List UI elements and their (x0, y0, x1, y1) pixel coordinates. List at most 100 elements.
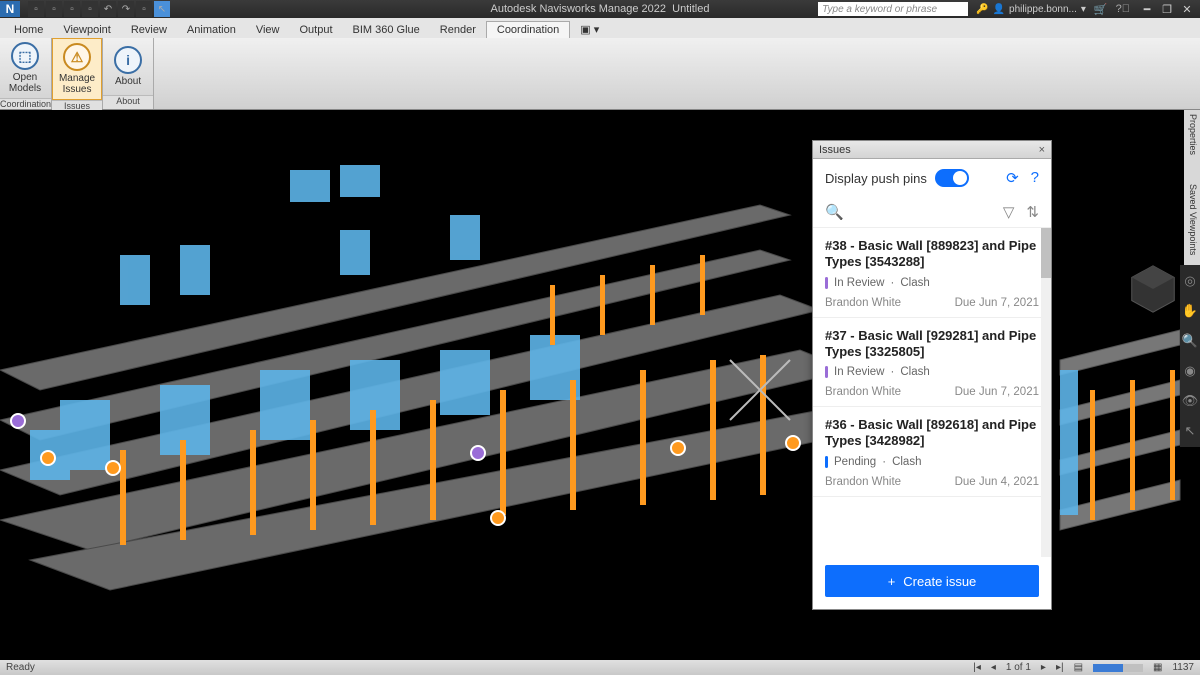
issue-item[interactable]: #36 - Basic Wall [892618] and Pipe Types… (813, 407, 1051, 497)
refresh-icon[interactable]: ⟳ (1006, 169, 1019, 187)
panel-label-about: About (103, 95, 153, 109)
pushpin-icon[interactable] (10, 413, 26, 429)
walk-icon[interactable]: ◉ (1184, 363, 1195, 379)
memory-bar (1093, 664, 1143, 672)
tab-more-icon[interactable]: ▣ ▾ (570, 21, 609, 38)
status-number: 1137 (1172, 662, 1194, 673)
page-indicator: 1 of 1 (1006, 662, 1031, 673)
search-input[interactable]: Type a keyword or phrase (818, 2, 968, 16)
issue-due: Due Jun 4, 2021 (955, 476, 1039, 488)
tab-review[interactable]: Review (121, 22, 177, 38)
qat-undo-icon[interactable]: ↶ (100, 1, 116, 17)
issue-list: #38 - Basic Wall [889823] and Pipe Types… (813, 228, 1051, 557)
issue-due: Due Jun 7, 2021 (955, 386, 1039, 398)
issue-title: #38 - Basic Wall [889823] and Pipe Types… (825, 238, 1039, 271)
orbit-icon[interactable]: ◎ (1184, 273, 1195, 289)
pan-icon[interactable]: ✋ (1182, 303, 1198, 319)
tab-viewpoint[interactable]: Viewpoint (53, 22, 121, 38)
qat-redo-icon[interactable]: ↷ (118, 1, 134, 17)
select-icon[interactable]: ↖ (1185, 423, 1196, 439)
issue-assignee: Brandon White (825, 476, 901, 488)
titlebar: N ▫ ▫ ▫ ▫ ↶ ↷ ▫ ↖ Autodesk Navisworks Ma… (0, 0, 1200, 18)
user-menu[interactable]: 🔑 👤 philippe.bonn...▾ (976, 4, 1086, 15)
issue-assignee: Brandon White (825, 386, 901, 398)
pushpin-icon[interactable] (105, 460, 121, 476)
tab-view[interactable]: View (246, 22, 290, 38)
status-indicator-icon (825, 456, 828, 468)
status-text: Ready (6, 662, 35, 673)
issue-status: In Review (834, 366, 885, 378)
quick-access-toolbar: ▫ ▫ ▫ ▫ ↶ ↷ ▫ ↖ (24, 1, 174, 17)
issue-type: Clash (900, 277, 929, 289)
issue-type: Clash (892, 456, 921, 468)
window-title: Autodesk Navisworks Manage 2022 Untitled (491, 3, 710, 15)
ribbon: ⬚ Open Models Coordination ⚠ Manage Issu… (0, 38, 1200, 110)
pushpin-icon[interactable] (40, 450, 56, 466)
open-models-icon: ⬚ (11, 42, 39, 70)
tab-animation[interactable]: Animation (177, 22, 246, 38)
app-icon: N (0, 1, 20, 17)
help-icon[interactable]: ? (1031, 169, 1039, 187)
close-icon[interactable]: × (1039, 144, 1045, 156)
plus-icon: + (888, 574, 896, 589)
tab-coordination[interactable]: Coordination (486, 21, 570, 38)
close-button[interactable]: ✕ (1178, 2, 1196, 16)
qat-open-icon[interactable]: ▫ (46, 1, 62, 17)
ribbon-panel-about: i About About (103, 38, 154, 109)
info-icon: i (114, 46, 142, 74)
pushpin-icon[interactable] (670, 440, 686, 456)
issues-panel-header[interactable]: Issues × (813, 141, 1051, 159)
panel-label-coordination: Coordination (0, 98, 51, 109)
issue-due: Due Jun 7, 2021 (955, 297, 1039, 309)
minimize-button[interactable]: ━ (1138, 2, 1156, 16)
qat-new-icon[interactable]: ▫ (28, 1, 44, 17)
manage-issues-icon: ⚠ (63, 43, 91, 71)
display-pushpins-label: Display push pins (825, 171, 927, 186)
nav-next-icon[interactable]: ▸ (1041, 662, 1046, 673)
pushpin-icon[interactable] (470, 445, 486, 461)
tab-home[interactable]: Home (4, 22, 53, 38)
tab-render[interactable]: Render (430, 22, 486, 38)
pane-layout-icon[interactable]: ▤ (1074, 662, 1083, 673)
status-indicator-icon (825, 277, 828, 289)
status-bar: Ready |◂ ◂ 1 of 1 ▸ ▸| ▤ ▦ 1137 (0, 660, 1200, 675)
issue-item[interactable]: #37 - Basic Wall [929281] and Pipe Types… (813, 318, 1051, 408)
open-models-button[interactable]: ⬚ Open Models (0, 38, 50, 98)
nav-first-icon[interactable]: |◂ (973, 662, 981, 673)
viewcube[interactable] (1124, 260, 1182, 318)
nav-last-icon[interactable]: ▸| (1056, 662, 1064, 673)
ribbon-panel-issues: ⚠ Manage Issues Issues (52, 38, 103, 109)
filter-icon[interactable]: ▽ (1003, 203, 1015, 221)
issue-title: #37 - Basic Wall [929281] and Pipe Types… (825, 328, 1039, 361)
display-pushpins-toggle[interactable] (935, 169, 969, 187)
issues-panel-title: Issues (819, 144, 851, 156)
user-icon: 👤 (993, 4, 1005, 15)
qat-save-icon[interactable]: ▫ (64, 1, 80, 17)
perf-icon[interactable]: ▦ (1153, 662, 1162, 673)
status-indicator-icon (825, 366, 828, 378)
qat-select-icon[interactable]: ▫ (136, 1, 152, 17)
sort-icon[interactable]: ⇅ (1026, 203, 1039, 221)
issue-status: Pending (834, 456, 876, 468)
issue-item[interactable]: #38 - Basic Wall [889823] and Pipe Types… (813, 228, 1051, 318)
manage-issues-button[interactable]: ⚠ Manage Issues (52, 38, 102, 100)
qat-cursor-icon[interactable]: ↖ (154, 1, 170, 17)
search-icon[interactable]: 🔍 (825, 203, 844, 221)
help-icon[interactable]: ?⃝ (1116, 3, 1130, 15)
issue-type: Clash (900, 366, 929, 378)
qat-print-icon[interactable]: ▫ (82, 1, 98, 17)
look-icon[interactable]: 👁 (1182, 393, 1199, 409)
scrollbar[interactable] (1041, 228, 1051, 557)
restore-button[interactable]: ❐ (1158, 2, 1176, 16)
pushpin-icon[interactable] (785, 435, 801, 451)
nav-prev-icon[interactable]: ◂ (991, 662, 996, 673)
about-button[interactable]: i About (103, 38, 153, 95)
zoom-icon[interactable]: 🔍 (1182, 333, 1198, 349)
side-tab-properties[interactable]: Properties (1184, 110, 1200, 180)
exchange-icon[interactable]: 🛒 (1094, 3, 1108, 16)
create-issue-button[interactable]: + Create issue (825, 565, 1039, 597)
pushpin-icon[interactable] (490, 510, 506, 526)
tab-bim360glue[interactable]: BIM 360 Glue (343, 22, 430, 38)
ribbon-tabs: Home Viewpoint Review Animation View Out… (0, 18, 1200, 38)
tab-output[interactable]: Output (290, 22, 343, 38)
